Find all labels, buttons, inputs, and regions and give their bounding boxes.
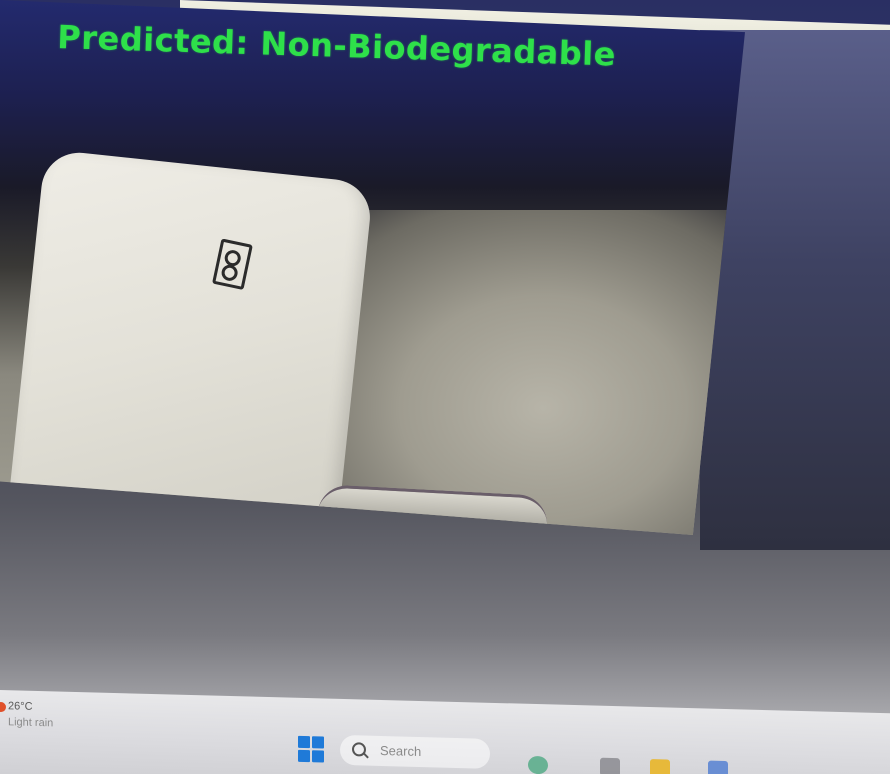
folder-icon[interactable]	[650, 759, 670, 774]
start-button[interactable]	[298, 735, 324, 763]
weather-rain-icon	[0, 701, 6, 713]
windows-start-icon	[312, 736, 324, 749]
app-icon[interactable]	[708, 760, 728, 774]
taskbar-search[interactable]: Search	[340, 734, 490, 769]
power-bank-object	[0, 149, 374, 535]
windows-start-icon	[298, 735, 310, 749]
windows-start-icon	[312, 750, 324, 763]
pinned-apps	[520, 755, 780, 774]
search-placeholder: Search	[380, 742, 422, 760]
recycle-icon[interactable]	[528, 755, 548, 774]
photographed-monitor: Predicted: Non-Biodegradable 26°C Light …	[0, 0, 890, 774]
taskbar: 26°C Light rain Search	[0, 690, 890, 774]
search-icon	[352, 742, 366, 757]
weather-condition: Light rain	[8, 716, 54, 730]
weather-temperature: 26°C	[8, 700, 33, 713]
app-icon[interactable]	[600, 757, 620, 774]
windows-start-icon	[298, 749, 310, 763]
product-logo-icon	[212, 238, 253, 291]
prediction-label: Predicted: Non-Biodegradable	[56, 18, 617, 74]
camera-feed-window: Predicted: Non-Biodegradable	[0, 0, 745, 535]
weather-widget[interactable]: 26°C Light rain	[0, 700, 120, 743]
